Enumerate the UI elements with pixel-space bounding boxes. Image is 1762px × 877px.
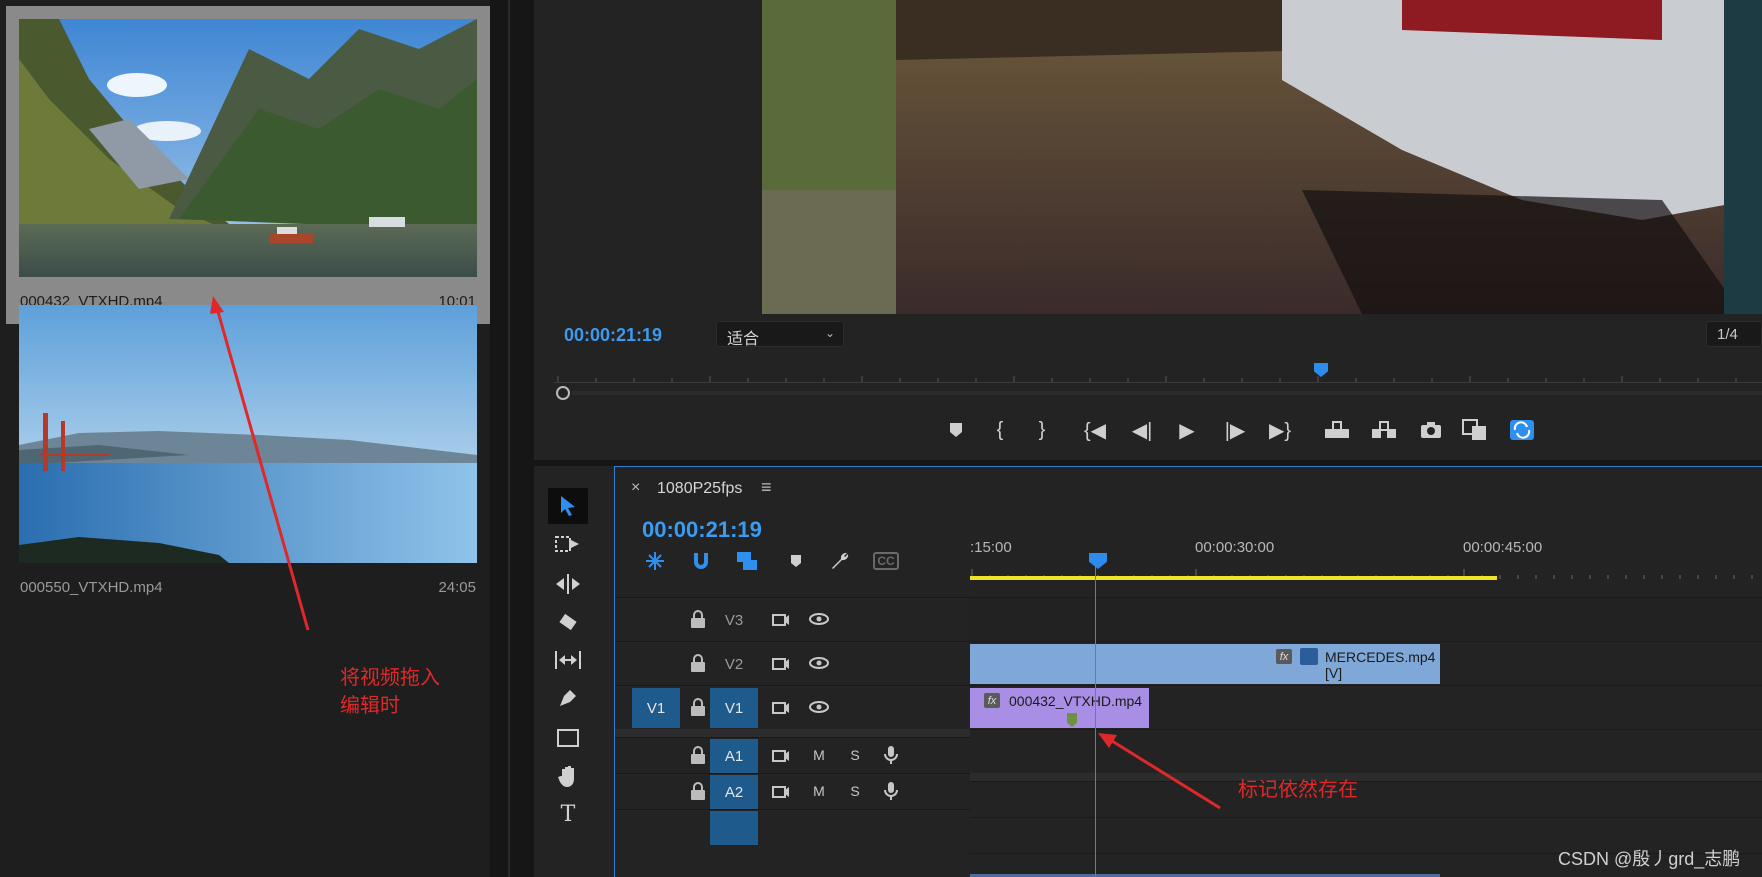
annotation-arrows xyxy=(210,296,1221,810)
drag-arrow-head xyxy=(210,296,224,314)
drag-arrow-line xyxy=(215,307,310,631)
marker-arrow-line xyxy=(1111,739,1221,810)
watermark: CSDN @殷丿grd_志鹏 xyxy=(1558,849,1741,869)
marker-annotation: 标记依然存在 xyxy=(1238,779,1358,801)
marker-arrow-head xyxy=(1098,733,1117,748)
